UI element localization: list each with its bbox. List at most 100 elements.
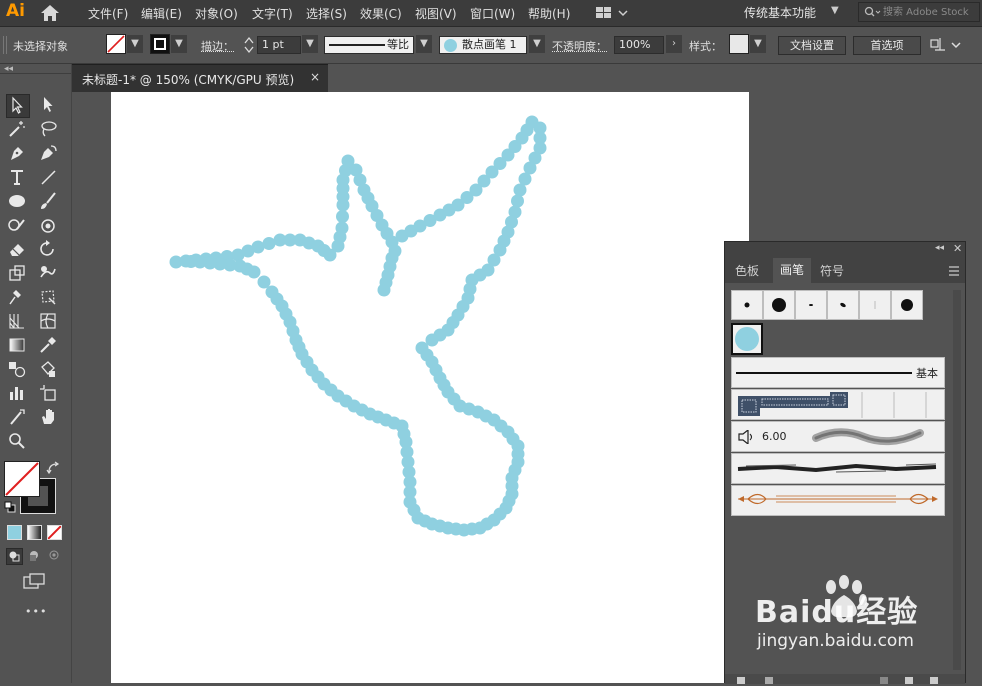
- none-mode-button[interactable]: [47, 525, 62, 540]
- artboard-tool-icon[interactable]: [38, 383, 60, 405]
- direct-selection-tool-icon[interactable]: [38, 94, 60, 116]
- stock-search[interactable]: [858, 2, 980, 22]
- document-setup-button[interactable]: 文档设置: [778, 36, 846, 55]
- chevron-down-icon[interactable]: ▼: [831, 5, 839, 16]
- brush-definition-field[interactable]: 散点画笔 1: [439, 36, 527, 54]
- menu-window[interactable]: 窗口(W): [470, 5, 515, 22]
- slice-tool-icon[interactable]: [7, 407, 29, 429]
- lasso-tool-icon[interactable]: [38, 119, 60, 141]
- arrange-documents-icon[interactable]: [595, 4, 631, 22]
- close-icon[interactable]: ×: [310, 70, 320, 84]
- document-tab[interactable]: 未标题-1* @ 150% (CMYK/GPU 预览) ×: [72, 64, 328, 92]
- stroke-dropdown[interactable]: ▼: [171, 35, 187, 53]
- basic-art-brush[interactable]: 基本: [731, 357, 945, 388]
- puppet-warp-tool-icon[interactable]: [7, 287, 29, 309]
- blob-brush-tool-icon[interactable]: [38, 215, 60, 237]
- default-colors-icon[interactable]: [4, 501, 16, 513]
- pen-tool-icon[interactable]: [7, 143, 29, 165]
- stroke-swatch[interactable]: [150, 34, 170, 54]
- charcoal-art-brush[interactable]: [731, 453, 945, 484]
- preferences-button[interactable]: 首选项: [853, 36, 921, 55]
- shaper-tool-icon[interactable]: [7, 215, 29, 237]
- scatter-brush-bird-path[interactable]: [111, 92, 749, 683]
- mesh-tool-icon[interactable]: [38, 311, 60, 333]
- menu-file[interactable]: 文件(F): [88, 5, 128, 22]
- graphic-style-swatch[interactable]: [729, 34, 749, 54]
- gradient-tool-icon[interactable]: [7, 335, 29, 357]
- decorative-art-brush[interactable]: [731, 485, 945, 516]
- paintbrush-tool-icon[interactable]: [38, 191, 60, 213]
- free-transform-tool-icon[interactable]: [38, 287, 60, 309]
- search-input[interactable]: [883, 4, 979, 20]
- menu-select[interactable]: 选择(S): [306, 5, 347, 22]
- magic-wand-tool-icon[interactable]: [7, 119, 29, 141]
- scatter-brush-1-selected[interactable]: [731, 323, 763, 355]
- warp-tool-icon[interactable]: [38, 263, 60, 285]
- bristle-brush[interactable]: 6.00: [731, 421, 945, 452]
- swap-fill-stroke-icon[interactable]: [46, 461, 60, 475]
- calligraphic-brush-2[interactable]: [763, 290, 795, 320]
- menu-object[interactable]: 对象(O): [195, 5, 238, 22]
- tab-brushes[interactable]: 画笔: [773, 258, 811, 283]
- fill-dropdown[interactable]: ▼: [127, 35, 143, 53]
- selection-tool-icon[interactable]: [6, 94, 30, 118]
- stroke-profile-dropdown[interactable]: ▼: [416, 35, 432, 53]
- live-paint-bucket-tool-icon[interactable]: [38, 359, 60, 381]
- align-options-icon[interactable]: [928, 36, 964, 54]
- workspace-name[interactable]: 传统基本功能: [744, 4, 816, 21]
- tab-swatches[interactable]: 色板: [735, 262, 759, 279]
- calligraphic-brush-5[interactable]: [859, 290, 891, 320]
- eraser-tool-icon[interactable]: [7, 239, 29, 261]
- collapse-panel-icon[interactable]: ◂◂: [935, 243, 944, 253]
- tab-symbols[interactable]: 符号: [820, 262, 844, 279]
- home-icon[interactable]: [40, 4, 60, 22]
- close-panel-icon[interactable]: ✕: [953, 242, 962, 255]
- eyedropper-tool-icon[interactable]: [38, 335, 60, 357]
- blend-tool-icon[interactable]: [7, 359, 29, 381]
- scale-tool-icon[interactable]: [7, 263, 29, 285]
- artboard[interactable]: [111, 92, 749, 683]
- draw-behind-icon[interactable]: [27, 548, 42, 563]
- gradient-mode-button[interactable]: [27, 525, 42, 540]
- column-graph-tool-icon[interactable]: [7, 383, 29, 405]
- hand-tool-icon[interactable]: [38, 407, 60, 429]
- perspective-grid-tool-icon[interactable]: [7, 311, 29, 333]
- ellipse-tool-icon[interactable]: [7, 191, 29, 213]
- panel-menu-icon[interactable]: [948, 266, 960, 276]
- menu-help[interactable]: 帮助(H): [528, 5, 570, 22]
- screen-mode-icon[interactable]: [22, 572, 46, 590]
- brush-dropdown[interactable]: ▼: [529, 35, 545, 53]
- menu-edit[interactable]: 编辑(E): [141, 5, 182, 22]
- type-tool-icon[interactable]: [7, 167, 29, 189]
- color-mode-button[interactable]: [7, 525, 22, 540]
- fill-color-box[interactable]: [4, 461, 40, 497]
- calligraphic-brush-6[interactable]: [891, 290, 923, 320]
- stepper-icon[interactable]: [242, 36, 256, 54]
- rotate-tool-icon[interactable]: [38, 239, 60, 261]
- line-segment-tool-icon[interactable]: [38, 167, 60, 189]
- opacity-expand-icon[interactable]: ›: [666, 35, 682, 53]
- opacity-field[interactable]: 100%: [614, 36, 664, 54]
- stroke-weight-field[interactable]: 1 pt: [257, 36, 301, 54]
- calligraphic-brush-3[interactable]: [795, 290, 827, 320]
- toolbar-divider: [0, 73, 71, 74]
- stroke-weight-dropdown[interactable]: ▼: [302, 35, 318, 53]
- pattern-brush[interactable]: [731, 389, 945, 420]
- draw-normal-icon[interactable]: [6, 548, 23, 565]
- calligraphic-brush-4[interactable]: [827, 290, 859, 320]
- fill-swatch[interactable]: [106, 34, 126, 54]
- menu-view[interactable]: 视图(V): [415, 5, 457, 22]
- curvature-tool-icon[interactable]: [38, 143, 60, 165]
- edit-toolbar-icon[interactable]: •••: [25, 605, 47, 618]
- opacity-label[interactable]: 不透明度：: [552, 38, 607, 54]
- menu-effect[interactable]: 效果(C): [360, 5, 402, 22]
- graphic-style-dropdown[interactable]: ▼: [750, 35, 766, 53]
- grip-icon[interactable]: [2, 35, 8, 55]
- search-icon: [864, 6, 881, 17]
- zoom-tool-icon[interactable]: [7, 431, 29, 453]
- menu-type[interactable]: 文字(T): [252, 5, 293, 22]
- stroke-label[interactable]: 描边：: [201, 38, 234, 54]
- draw-inside-icon[interactable]: [47, 548, 62, 563]
- stroke-profile-field[interactable]: 等比: [324, 36, 414, 54]
- calligraphic-brush-1[interactable]: [731, 290, 763, 320]
